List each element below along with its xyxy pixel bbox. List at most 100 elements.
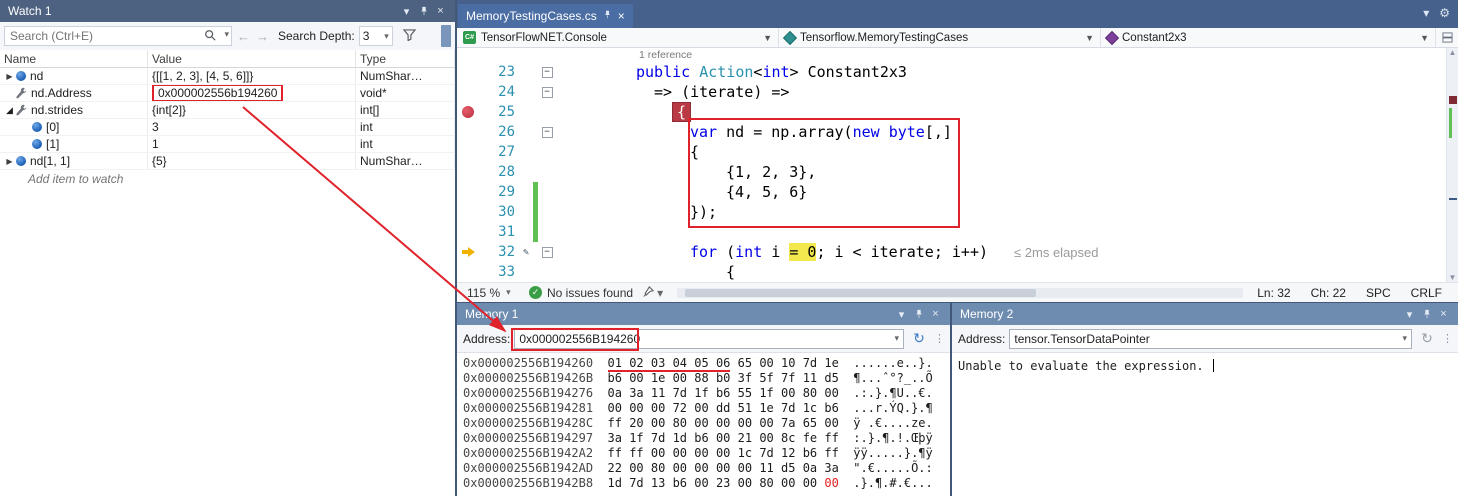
memory1-address-input[interactable]: 0x000002556B194260 ▾ [514,329,904,349]
toolbar-overflow-grip[interactable]: ⋮ [1442,332,1452,345]
search-options-chevron-icon[interactable]: ▾ [224,29,229,40]
breakpoint-gutter[interactable] [457,62,479,82]
memory-bytes[interactable]: b6 00 1e 00 88 b0 3f 5f 7f 11 d5 [593,371,839,385]
refresh-icon[interactable]: ↻ [1416,329,1438,349]
breakpoint-icon[interactable] [462,106,474,118]
code-cleanup-button[interactable]: ▾ [641,286,663,300]
memory-row[interactable]: 0x000002556B194276 0a 3a 11 7d 1f b6 55 … [463,386,950,401]
toolbar-overflow-grip[interactable] [441,25,451,47]
column-header-type[interactable]: Type [356,50,455,67]
code-line[interactable]: 25{ [457,102,1458,122]
scroll-down-arrow-icon[interactable]: ▼ [1447,273,1458,282]
code-editor[interactable]: 1 reference23−public Action<int> Constan… [457,48,1458,282]
column-header-name[interactable]: Name [0,50,148,67]
memory-row[interactable]: 0x000002556B1942B8 1d 7d 13 b6 00 23 00 … [463,476,950,491]
watch-value[interactable]: 0x000002556b194260 [148,85,356,101]
code-line[interactable]: 31 [457,222,1458,242]
fold-margin[interactable]: − [538,247,556,258]
filter-icon[interactable] [403,29,416,44]
watch-row[interactable]: ◢nd.strides{int[2]}int[] [0,102,455,119]
toolbar-overflow-grip[interactable]: ⋮ [934,332,944,345]
breakpoint-gutter[interactable] [457,82,479,102]
window-position-icon[interactable]: ▾ [1401,306,1418,322]
memory-row[interactable]: 0x000002556B194281 00 00 00 72 00 dd 51 … [463,401,950,416]
window-position-icon[interactable]: ▾ [893,306,910,322]
status-eol[interactable]: CRLF [1411,286,1442,300]
editor-vertical-scrollbar[interactable]: ▲ ▼ [1446,48,1458,282]
document-tab[interactable]: MemoryTestingCases.cs × [458,4,633,28]
search-next-icon[interactable]: → [255,29,270,44]
code-line[interactable]: 32✎−for (int i = 0; i < iterate; i++)≤ 2… [457,242,1458,262]
watch-row[interactable]: nd.Address0x000002556b194260void* [0,85,455,102]
expander-icon[interactable]: ▶ [4,157,15,166]
breakpoint-gutter[interactable] [457,262,479,282]
watch-value[interactable]: 1 [148,136,356,152]
watch-titlebar[interactable]: Watch 1 ▾ × [0,0,455,22]
watch-row[interactable]: [0]3int [0,119,455,136]
memory-bytes[interactable]: 0a 3a 11 7d 1f b6 55 1f 00 80 00 [593,386,839,400]
code-line[interactable]: 28{1, 2, 3}, [457,162,1458,182]
tab-close-icon[interactable]: × [618,9,625,23]
memory-bytes[interactable]: 22 00 80 00 00 00 00 11 d5 0a 3a [593,461,839,475]
memory-bytes[interactable]: ff ff 00 00 00 00 1c 7d 12 b6 ff [593,446,839,460]
scrollbar-thumb[interactable] [685,289,1036,297]
memory-row[interactable]: 0x000002556B1942AD 22 00 80 00 00 00 00 … [463,461,950,476]
breakpoint-gutter[interactable] [457,202,479,222]
expander-icon[interactable]: ◢ [4,105,15,116]
fold-margin[interactable]: − [538,67,556,78]
add-watch-item[interactable]: Add item to watch [0,170,455,187]
memory-bytes[interactable]: 00 00 00 72 00 dd 51 1e 7d 1c b6 [593,401,839,415]
breakpoint-gutter[interactable] [457,182,479,202]
fold-marker-icon[interactable]: − [542,87,553,98]
memory-bytes[interactable]: ff 20 00 80 00 00 00 00 7a 65 00 [593,416,839,430]
memory-row[interactable]: 0x000002556B194260 01 02 03 04 05 06 65 … [463,356,950,371]
pin-icon[interactable] [415,3,432,19]
code-line[interactable]: 24−=> (iterate) => [457,82,1458,102]
watch-value[interactable]: {int[2]} [148,102,356,118]
breakpoint-gutter[interactable] [457,142,479,162]
search-depth-select[interactable]: 3 ▾ [359,26,393,46]
expander-icon[interactable]: ▶ [4,72,15,81]
watch-row[interactable]: [1]1int [0,136,455,153]
watch-value[interactable]: 3 [148,119,356,135]
memory2-titlebar[interactable]: Memory 2 ▾ × [952,303,1458,325]
window-split-icon[interactable] [1436,28,1458,47]
pin-icon[interactable] [910,306,927,322]
watch-row[interactable]: ▶nd{[[1, 2, 3], [4, 5, 6]]}NumShar… [0,68,455,85]
code-line[interactable]: 27{ [457,142,1458,162]
breakpoint-gutter[interactable] [457,102,479,122]
document-health-indicator[interactable]: ✓ No issues found [529,286,633,300]
memory-bytes[interactable]: 3a 1f 7d 1d b6 00 21 00 8c fe ff [593,431,839,445]
fold-marker-icon[interactable]: − [542,67,553,78]
memory-row[interactable]: 0x000002556B19426B b6 00 1e 00 88 b0 3f … [463,371,950,386]
tab-list-chevron-icon[interactable]: ▾ [1423,6,1429,20]
refresh-icon[interactable]: ↻ [908,329,930,349]
code-line[interactable]: 23−public Action<int> Constant2x3 [457,62,1458,82]
breakpoint-gutter[interactable] [457,162,479,182]
status-spaces[interactable]: SPC [1366,286,1391,300]
close-icon[interactable]: × [927,306,944,322]
code-line[interactable]: 29{4, 5, 6} [457,182,1458,202]
memory2-message-area[interactable]: Unable to evaluate the expression. [952,353,1458,379]
memory1-hex-view[interactable]: 0x000002556B194260 01 02 03 04 05 06 65 … [457,353,950,491]
window-position-icon[interactable]: ▾ [398,3,415,19]
gear-icon[interactable]: ⚙ [1439,6,1450,20]
member-dropdown[interactable]: Constant2x3 ▼ [1101,28,1436,47]
codelens-references[interactable]: 1 reference [559,49,692,61]
project-dropdown[interactable]: C# TensorFlowNET.Console ▼ [457,28,779,47]
fold-margin[interactable]: − [538,127,556,138]
close-icon[interactable]: × [1435,306,1452,322]
memory1-titlebar[interactable]: Memory 1 ▾ × [457,303,950,325]
fold-margin[interactable]: − [538,87,556,98]
memory-row[interactable]: 0x000002556B1942A2 ff ff 00 00 00 00 1c … [463,446,950,461]
breakpoint-gutter[interactable] [457,122,479,142]
scroll-up-arrow-icon[interactable]: ▲ [1447,48,1458,57]
memory-bytes[interactable]: 1d 7d 13 b6 00 23 00 80 00 00 00 [593,476,839,490]
pin-icon[interactable] [1418,306,1435,322]
breakpoint-gutter[interactable] [457,242,479,262]
zoom-select[interactable]: 115 % ▾ [463,286,521,300]
memory-bytes[interactable]: 01 02 03 04 05 06 65 00 10 7d 1e [593,356,839,372]
close-icon[interactable]: × [432,3,449,19]
memory-row[interactable]: 0x000002556B194297 3a 1f 7d 1d b6 00 21 … [463,431,950,446]
search-input[interactable] [4,26,232,46]
